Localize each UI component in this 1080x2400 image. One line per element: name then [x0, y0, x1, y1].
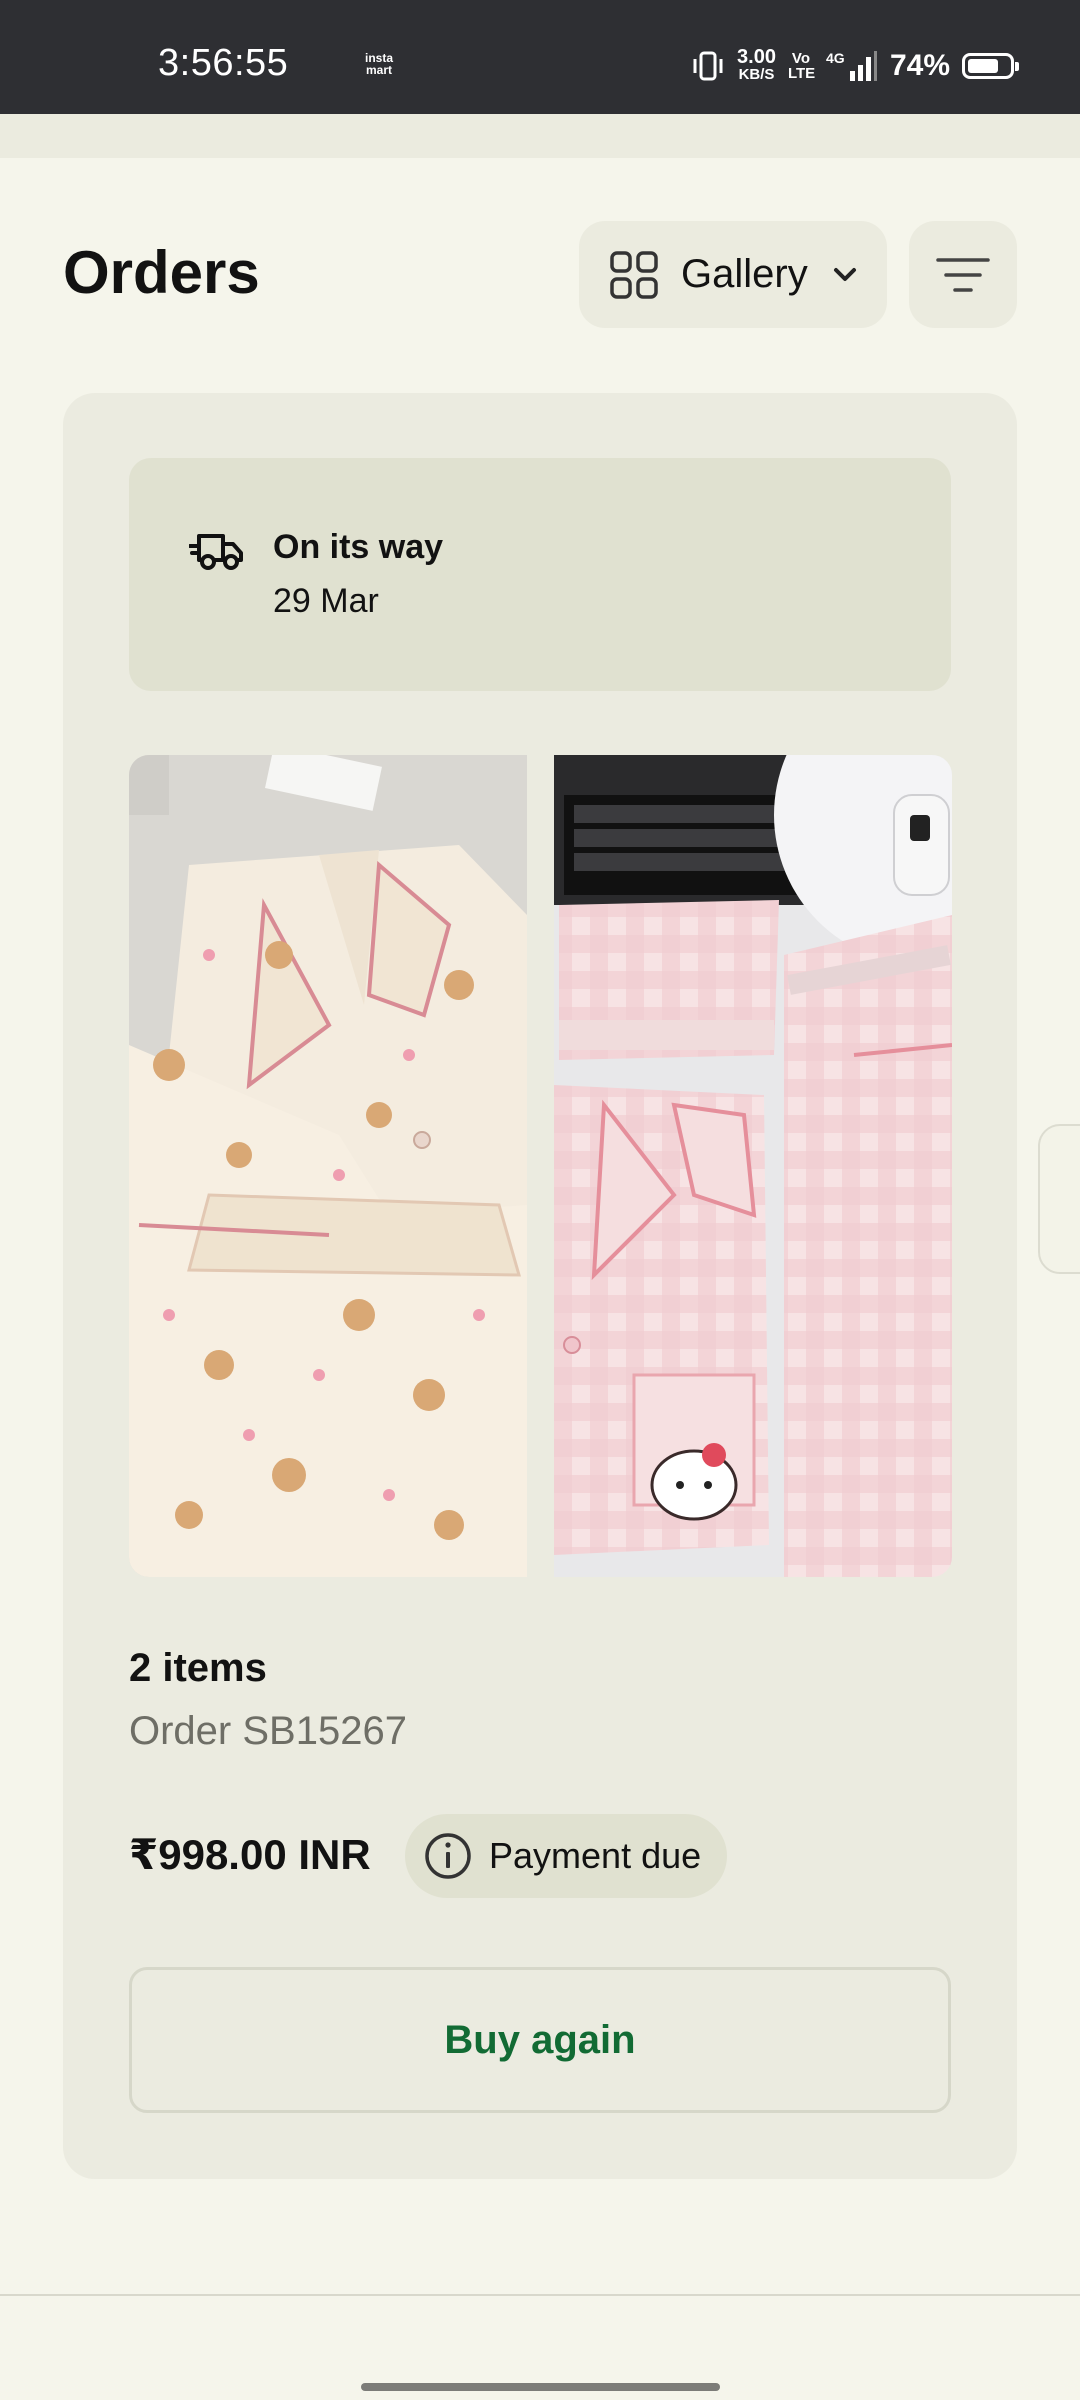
page-title: Orders [63, 239, 260, 306]
payment-status-text: Payment due [489, 1835, 702, 1876]
buy-again-button[interactable]: Buy again [129, 1967, 951, 2113]
battery-icon [962, 53, 1019, 79]
status-bar: 3:56:55 insta mart 3.00 KB/S Vo LTE 4G 7… [0, 0, 1080, 114]
filter-icon [936, 257, 990, 292]
product-image-2[interactable] [554, 755, 952, 1577]
status-indicators: 3.00 KB/S Vo LTE 4G 74% [691, 46, 1019, 86]
order-status-label: On its way [273, 528, 444, 566]
network-speed: 3.00 KB/S [737, 46, 776, 83]
order-card[interactable]: On its way 29 Mar 2 items Order SB15267 … [63, 393, 1017, 2179]
product-image-1[interactable] [129, 755, 527, 1577]
order-items-count: 2 items [129, 1646, 267, 1690]
view-selector-button[interactable]: Gallery [579, 221, 887, 328]
chevron-down-icon [833, 267, 856, 281]
order-status-date: 29 Mar [273, 582, 379, 620]
battery-percent: 74% [889, 49, 950, 82]
filter-button[interactable] [909, 221, 1017, 328]
svg-text:4G: 4G [826, 50, 845, 66]
home-indicator[interactable] [361, 2383, 720, 2391]
order-price: ₹998.00 INR [129, 1831, 371, 1878]
volte-indicator: Vo LTE [787, 50, 816, 82]
signal-4g-icon: 4G [826, 50, 877, 81]
order-number: Order SB15267 [129, 1709, 407, 1753]
status-time: 3:56:55 [158, 42, 289, 84]
instamart-notification-icon: insta mart [364, 51, 393, 77]
view-selector-label: Gallery [681, 252, 808, 296]
payment-status-badge: Payment due [405, 1814, 728, 1898]
side-edge-handle[interactable] [1038, 1124, 1080, 1274]
vibrate-icon [693, 51, 723, 81]
top-divider-strip [0, 114, 1080, 158]
info-icon [425, 1833, 471, 1879]
order-status-box: On its way 29 Mar [129, 458, 951, 691]
grid-icon [610, 250, 658, 299]
bottom-divider [0, 2294, 1080, 2296]
delivery-truck-icon [189, 534, 243, 570]
